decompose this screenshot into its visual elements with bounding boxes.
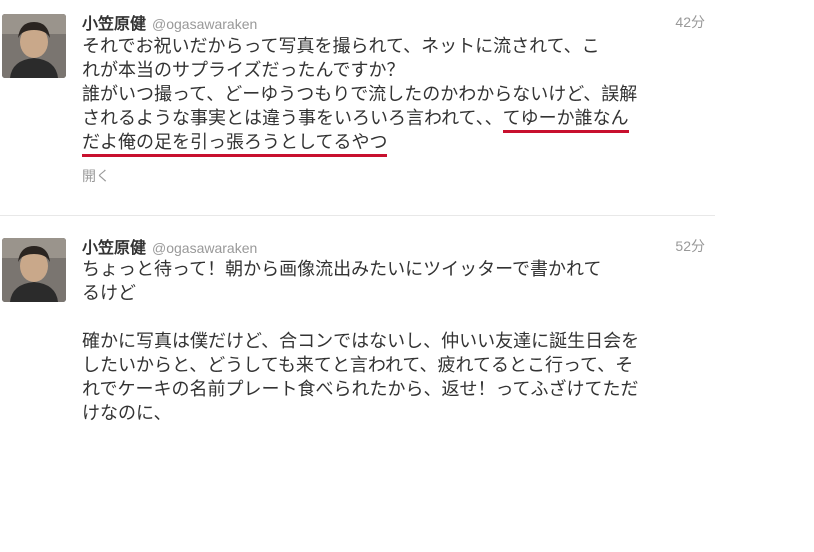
tweet-text-line: 確かに写真は僕だけど、合コンではないし、仲いい友達に誕生日会を	[82, 331, 640, 352]
tweet-text-line: だよ俺の足を引っ張ろうとしてるやつ	[82, 131, 707, 157]
underlined-text: だよ俺の足を引っ張ろうとしてるやつ	[82, 132, 388, 157]
tweet-text-line: されるような事実とは違う事をいろいろ言われて、、てゆーか誰なん	[82, 107, 707, 133]
avatar[interactable]	[2, 14, 66, 78]
expand-link[interactable]: 開く	[82, 166, 110, 186]
user-screen-name[interactable]: @ogasawaraken	[152, 16, 257, 32]
tweet-timestamp[interactable]: 42分	[675, 12, 705, 32]
tweet-text: ちょっと待って！朝から画像流出みたいにツイッターで書かれて るけど 確かに写真は…	[82, 258, 707, 426]
tweet-text-segment: されるような事実とは違う事をいろいろ言われて、、	[82, 108, 503, 129]
tweet-header: 小笠原健 @ogasawaraken	[82, 10, 257, 34]
tweet-text-line: れが本当のサプライズだったんですか？	[82, 60, 405, 81]
tweet-text: それでお祝いだからって写真を撮られて、ネットに流されて、こ れが本当のサプライズ…	[82, 35, 707, 157]
tweet-text-line: るけど	[82, 283, 136, 304]
avatar[interactable]	[2, 238, 66, 302]
underlined-text: てゆーか誰なん	[502, 108, 629, 133]
tweet-text-line: それでお祝いだからって写真を撮られて、ネットに流されて、こ	[82, 36, 600, 57]
tweet-header: 小笠原健 @ogasawaraken	[82, 234, 257, 258]
user-screen-name[interactable]: @ogasawaraken	[152, 240, 257, 256]
tweet[interactable]: 小笠原健 @ogasawaraken 42分 それでお祝いだからって写真を撮られて…	[0, 0, 715, 216]
avatar-photo-icon	[2, 238, 66, 302]
avatar-photo-icon	[2, 14, 66, 78]
tweet[interactable]: 小笠原健 @ogasawaraken 52分 ちょっと待って！朝から画像流出みたい…	[0, 216, 715, 446]
tweet-timestamp[interactable]: 52分	[675, 236, 705, 256]
tweet-text-line: れでケーキの名前プレート食べられたから、返せ！ってふざけてただ	[82, 379, 639, 400]
tweet-text-line: 誰がいつ撮って、どーゆうつもりで流したのかわからないけど、誤解	[82, 84, 638, 105]
tweet-text-line: ちょっと待って！朝から画像流出みたいにツイッターで書かれて	[82, 259, 602, 280]
user-fullname[interactable]: 小笠原健	[82, 14, 146, 33]
user-fullname[interactable]: 小笠原健	[82, 238, 146, 257]
tweet-text-line: したいからと、どうしても来てと言われて、疲れてるとこ行って、そ	[82, 355, 634, 376]
tweet-text-line: けなのに、	[82, 403, 172, 424]
